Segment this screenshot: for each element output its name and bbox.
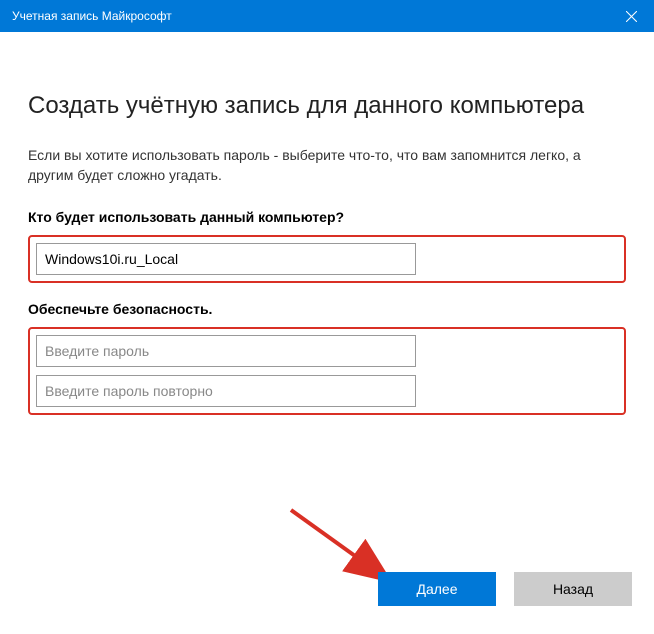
- window-title: Учетная запись Майкрософт: [12, 9, 172, 23]
- username-input[interactable]: [36, 243, 416, 275]
- password-confirm-input[interactable]: [36, 375, 416, 407]
- next-button[interactable]: Далее: [378, 572, 496, 606]
- username-highlight: [28, 235, 626, 283]
- password-input[interactable]: [36, 335, 416, 367]
- footer-buttons: Далее Назад: [378, 572, 632, 606]
- close-button[interactable]: [608, 0, 654, 32]
- security-label: Обеспечьте безопасность.: [28, 301, 626, 317]
- close-icon: [626, 11, 637, 22]
- password-highlight: [28, 327, 626, 415]
- back-button[interactable]: Назад: [514, 572, 632, 606]
- titlebar: Учетная запись Майкрософт: [0, 0, 654, 32]
- content-area: Создать учётную запись для данного компь…: [0, 32, 654, 415]
- page-title: Создать учётную запись для данного компь…: [28, 92, 626, 120]
- page-description: Если вы хотите использовать пароль - выб…: [28, 146, 626, 185]
- username-label: Кто будет использовать данный компьютер?: [28, 209, 626, 225]
